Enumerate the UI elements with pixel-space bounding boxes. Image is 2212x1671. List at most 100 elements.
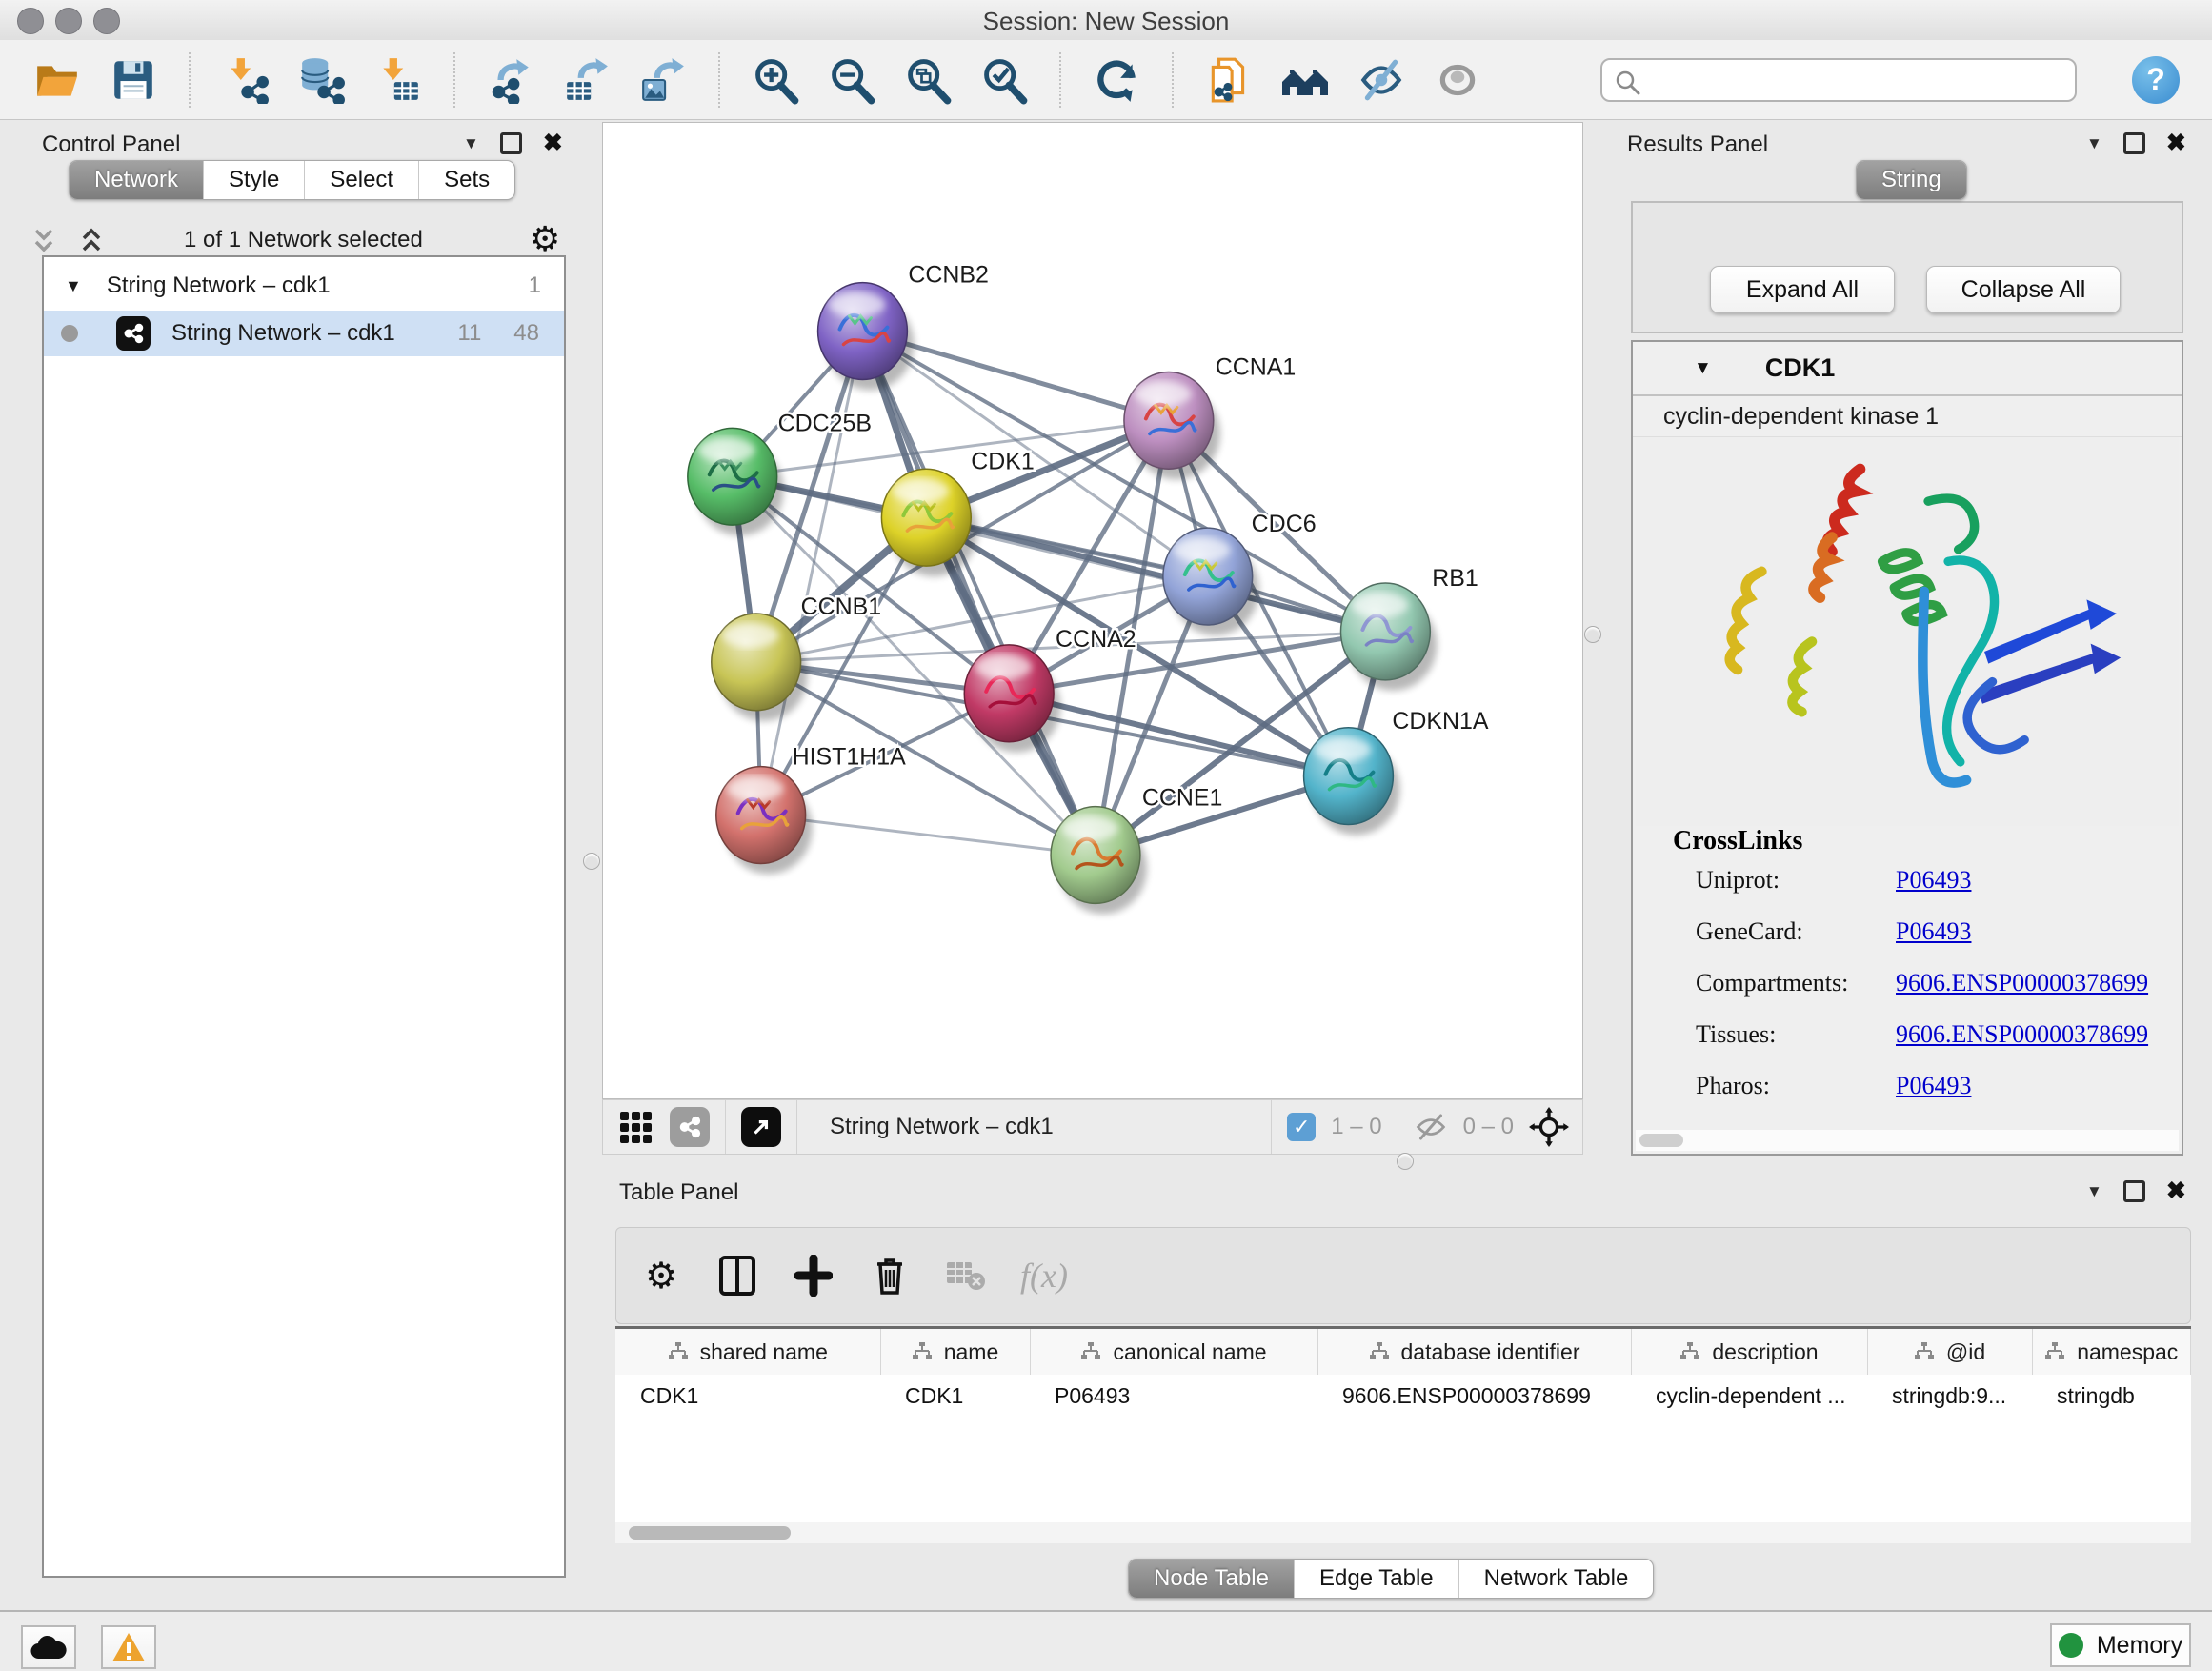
network-node-CDC25B[interactable]: CDC25B: [688, 410, 872, 535]
crosslink-link[interactable]: P06493: [1896, 1072, 1971, 1100]
panel-close-icon[interactable]: ✖: [2166, 1179, 2186, 1203]
import-network-from-database-button[interactable]: [297, 55, 347, 105]
network-row-selected[interactable]: String Network – cdk1 11 48: [44, 311, 564, 356]
add-column-icon[interactable]: [792, 1254, 835, 1298]
tab-string[interactable]: String: [1857, 161, 1966, 199]
collection-label: String Network – cdk1: [107, 272, 331, 299]
detach-view-icon[interactable]: [741, 1107, 781, 1147]
birdseye-navigator-icon[interactable]: [1529, 1107, 1569, 1147]
tab-sets[interactable]: Sets: [418, 161, 514, 199]
network-graph[interactable]: CCNB2 CCNA1 CDC25B CDK1 CDC6 RB1 CCNB1 C…: [603, 123, 1582, 1098]
toolbar-separator: [189, 52, 191, 108]
zoom-in-button[interactable]: [751, 55, 800, 105]
search-input[interactable]: [1600, 58, 2077, 102]
network-node-HIST1H1A[interactable]: HIST1H1A: [716, 744, 906, 875]
network-collection-row[interactable]: ▼ String Network – cdk1 1: [44, 263, 564, 309]
panel-dropdown-icon[interactable]: ▼: [2086, 1182, 2102, 1201]
column-header[interactable]: database identifier: [1317, 1328, 1631, 1376]
panel-close-icon[interactable]: ✖: [2166, 131, 2186, 155]
column-header[interactable]: name: [880, 1328, 1030, 1376]
gene-description: cyclin-dependent kinase 1: [1663, 403, 1939, 431]
network-node-RB1[interactable]: RB1: [1340, 565, 1478, 691]
tab-select[interactable]: Select: [304, 161, 418, 199]
apply-layout-button[interactable]: [1092, 55, 1141, 105]
table-tabs: Node TableEdge TableNetwork Table: [1128, 1559, 1654, 1599]
crosslink-link[interactable]: P06493: [1896, 866, 1971, 895]
selected-checkbox-icon[interactable]: ✓: [1287, 1113, 1316, 1141]
panel-dropdown-icon[interactable]: ▼: [463, 134, 479, 153]
hide-glasses-button[interactable]: [1357, 55, 1406, 105]
tab-style[interactable]: Style: [203, 161, 304, 199]
network-node-CCNE1[interactable]: CCNE1: [1051, 785, 1222, 915]
network-node-CCNA1[interactable]: CCNA1: [1124, 353, 1296, 479]
column-header[interactable]: namespac: [2032, 1328, 2191, 1376]
crosslink-link[interactable]: 9606.ENSP00000378699: [1896, 1020, 2148, 1049]
panel-float-icon[interactable]: [500, 132, 522, 154]
column-header[interactable]: shared name: [615, 1328, 880, 1376]
network-row-label: String Network – cdk1: [171, 320, 395, 347]
network-canvas[interactable]: CCNB2 CCNA1 CDC25B CDK1 CDC6 RB1 CCNB1 C…: [602, 122, 1583, 1099]
crosslink-link[interactable]: 9606.ENSP00000378699: [1896, 969, 2148, 997]
table-options-gear-icon[interactable]: ⚙: [639, 1254, 683, 1298]
delete-column-icon[interactable]: [868, 1254, 912, 1298]
panel-float-icon[interactable]: [2123, 1180, 2145, 1202]
export-network-button[interactable]: [486, 55, 535, 105]
show-columns-icon[interactable]: [715, 1254, 759, 1298]
open-session-button[interactable]: [32, 55, 82, 105]
column-label: shared name: [700, 1339, 828, 1365]
column-header[interactable]: @id: [1867, 1328, 2032, 1376]
tab-edge-table[interactable]: Edge Table: [1294, 1560, 1458, 1598]
network-edge[interactable]: [862, 332, 1096, 856]
tab-network-table[interactable]: Network Table: [1458, 1560, 1654, 1598]
memory-button[interactable]: Memory: [2050, 1623, 2191, 1667]
table-row[interactable]: CDK1CDK1P064939606.ENSP00000378699cyclin…: [615, 1375, 2191, 1417]
node-label: CDK1: [971, 448, 1035, 474]
zoom-selected-button[interactable]: [979, 55, 1029, 105]
expand-all-icon[interactable]: [78, 227, 111, 257]
left-splitter-handle[interactable]: [583, 853, 600, 870]
help-button[interactable]: ?: [2132, 56, 2180, 104]
column-type-icon: [2044, 1341, 2065, 1362]
show-glasses-button[interactable]: [1433, 55, 1482, 105]
collapse-all-button[interactable]: Collapse All: [1926, 266, 2121, 313]
zoom-out-button[interactable]: [827, 55, 876, 105]
export-table-button[interactable]: [562, 55, 612, 105]
tab-network[interactable]: Network: [70, 161, 203, 199]
column-header[interactable]: canonical name: [1030, 1328, 1317, 1376]
gene-section-header[interactable]: ▼ CDK1: [1633, 342, 2182, 396]
grid-view-icon[interactable]: [616, 1108, 654, 1146]
export-image-button[interactable]: [638, 55, 688, 105]
memory-status-dot: [2059, 1633, 2083, 1658]
column-header[interactable]: description: [1631, 1328, 1867, 1376]
collapse-all-icon[interactable]: [30, 227, 63, 257]
warning-status-button[interactable]: [101, 1625, 156, 1669]
save-session-button[interactable]: [109, 55, 158, 105]
panel-close-icon[interactable]: ✖: [543, 131, 563, 155]
crosslink-link[interactable]: P06493: [1896, 917, 1971, 946]
node-label: HIST1H1A: [793, 744, 907, 771]
expand-all-button[interactable]: Expand All: [1710, 266, 1895, 313]
network-edge[interactable]: [926, 517, 1385, 632]
cloud-status-button[interactable]: [21, 1625, 76, 1669]
tree-expander-icon[interactable]: ▼: [65, 276, 82, 296]
database-icon: [298, 56, 346, 104]
import-table-button[interactable]: [373, 55, 423, 105]
table-hscrollbar[interactable]: [615, 1522, 2191, 1543]
network-edge[interactable]: [761, 332, 863, 815]
right-splitter-handle[interactable]: [1584, 626, 1601, 643]
string-view-icon[interactable]: [670, 1107, 710, 1147]
home-button[interactable]: [1280, 55, 1330, 105]
network-options-gear-icon[interactable]: ⚙: [530, 219, 560, 259]
horizontal-splitter-handle[interactable]: [1397, 1153, 1414, 1170]
network-node-CDKN1A[interactable]: CDKN1A: [1304, 708, 1489, 836]
tab-node-table[interactable]: Node Table: [1129, 1560, 1294, 1598]
section-expander-icon[interactable]: ▼: [1694, 358, 1712, 379]
import-network-button[interactable]: [221, 55, 271, 105]
network-node-CDC6[interactable]: CDC6: [1163, 511, 1317, 635]
results-hscrollbar[interactable]: [1636, 1130, 2179, 1151]
panel-dropdown-icon[interactable]: ▼: [2086, 134, 2102, 153]
annotation-button[interactable]: [1204, 55, 1254, 105]
zoom-fit-button[interactable]: [903, 55, 953, 105]
network-node-CCNB2[interactable]: CCNB2: [818, 262, 989, 391]
panel-float-icon[interactable]: [2123, 132, 2145, 154]
